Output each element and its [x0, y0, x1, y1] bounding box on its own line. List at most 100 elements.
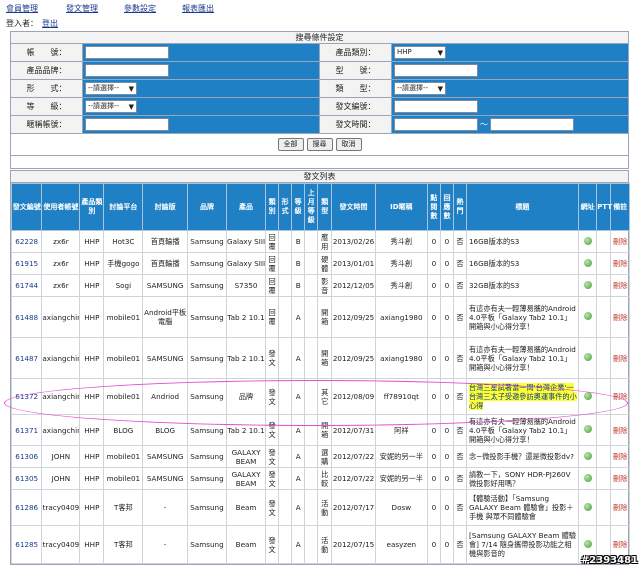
post-title[interactable]: 請教一下，SONY HDR-PJ260V 微投影好用嗎？	[469, 470, 571, 488]
status-dot-icon[interactable]	[583, 391, 592, 400]
column-header: 產品類別	[79, 183, 105, 231]
delete-link[interactable]: 刪除	[613, 426, 627, 435]
post-id-link[interactable]: 61488	[15, 313, 38, 322]
post-id-link[interactable]: 61372	[15, 392, 38, 401]
alias-input[interactable]	[85, 118, 169, 131]
ptt-cell	[596, 296, 612, 338]
replies-cell: 0	[439, 467, 454, 490]
nav-post-management[interactable]: 發文管理	[66, 3, 98, 15]
grade-select[interactable]: --請選擇-- ▼	[85, 100, 137, 113]
post-time-cell: 2013/01/01	[331, 252, 376, 275]
post-title[interactable]: 有這亦有夫一輕薄易攜的Android 4.0平板「Galaxy Tab2 10.…	[469, 417, 576, 444]
url-status-cell	[577, 230, 598, 253]
platform-cell: Hot3C	[103, 230, 144, 253]
post-id-link[interactable]: 61915	[15, 259, 38, 268]
grade-cell: A	[291, 445, 306, 468]
status-dot-icon[interactable]	[583, 236, 592, 245]
type-select[interactable]: --請選擇-- ▼	[394, 82, 446, 95]
status-dot-icon[interactable]	[583, 258, 592, 267]
date-to-input[interactable]	[490, 118, 574, 131]
model-input[interactable]	[394, 64, 478, 77]
post-title[interactable]: 32GB版本的S3	[469, 281, 519, 290]
delete-link[interactable]: 刪除	[613, 237, 627, 246]
post-id-link[interactable]: 62228	[15, 237, 38, 246]
ptt-cell	[596, 274, 612, 297]
post-id-link[interactable]: 61487	[15, 354, 38, 363]
delete-link-cell: 刪除	[610, 252, 630, 275]
ptt-cell	[596, 489, 612, 526]
nav-member-management[interactable]: 會員管理	[6, 3, 38, 15]
account-label: 帳 號：	[11, 44, 83, 61]
user-account-cell: tracy0409	[41, 489, 81, 526]
nickname-cell: axiang1980	[374, 296, 428, 338]
post-time-cell: 2012/12/05	[331, 274, 376, 297]
post-title-cell: 32GB版本的S3	[465, 274, 579, 297]
delete-link[interactable]: 刪除	[613, 392, 627, 401]
views-cell: 0	[426, 252, 441, 275]
delete-link[interactable]: 刪除	[613, 259, 627, 268]
post-id-label: 發文編號：	[320, 98, 392, 115]
views-cell: 0	[426, 525, 441, 564]
column-header: 回應數	[439, 183, 454, 231]
cancel-button[interactable]: 取消	[335, 138, 362, 151]
post-id-link[interactable]: 61286	[15, 503, 38, 512]
post-title[interactable]: 台灣三星試著當一間'台灣企業'一台灣三太子受邀參訪奧運事件的小心得	[468, 383, 577, 410]
delete-link[interactable]: 刪除	[613, 354, 627, 363]
post-id-link-cell: 62228	[10, 230, 43, 253]
delete-link[interactable]: 刪除	[613, 540, 627, 549]
brand-input[interactable]	[85, 64, 169, 77]
platform-cell: mobile01	[103, 378, 144, 415]
delete-link[interactable]: 刪除	[613, 281, 627, 290]
status-dot-icon[interactable]	[583, 312, 592, 320]
views-cell: 0	[426, 230, 441, 253]
search-button[interactable]: 搜尋	[306, 138, 333, 151]
post-title[interactable]: 16GB版本的S3	[469, 259, 519, 268]
status-dot-icon[interactable]	[583, 353, 592, 361]
post-id-link[interactable]: 61305	[15, 474, 38, 483]
column-header: 產品	[225, 183, 267, 231]
status-dot-icon[interactable]	[583, 425, 592, 433]
hot-flag-cell: 否	[452, 414, 467, 446]
post-id-link[interactable]: 61371	[15, 426, 38, 435]
grade-cell: A	[291, 296, 306, 338]
post-id-input[interactable]	[394, 100, 478, 113]
delete-link-cell: 刪除	[610, 230, 630, 253]
url-status-cell	[577, 467, 598, 490]
status-dot-icon[interactable]	[583, 451, 592, 460]
post-title[interactable]: 有這亦有夫一輕薄易攜的Android 4.0平板「Galaxy Tab2 10.…	[469, 345, 576, 372]
brand-cell: Samsung	[186, 274, 228, 297]
post-id-link[interactable]: 61306	[15, 452, 38, 461]
replies-cell: 0	[439, 378, 454, 415]
ptt-cell	[596, 414, 612, 446]
date-from-input[interactable]	[394, 118, 478, 131]
status-dot-icon[interactable]	[583, 502, 592, 511]
post-title[interactable]: 有這亦有夫一輕薄易攜的Android 4.0平板「Galaxy Tab2 10.…	[469, 304, 576, 331]
post-title[interactable]: 【體驗活動】「Samsung GALAXY Beam 體驗會」投影＋手機 與眾不…	[469, 494, 574, 521]
delete-link[interactable]: 刪除	[613, 452, 627, 461]
delete-link[interactable]: 刪除	[613, 313, 627, 322]
nav-report-export[interactable]: 報表匯出	[182, 3, 214, 15]
board-cell: SAMSUNG	[142, 274, 188, 297]
post-title[interactable]: [Samsung GALAXY Beam 體驗會] 7/14 隨身攜帶投影功能之…	[469, 531, 576, 558]
post-title[interactable]: 16GB版本的S3	[469, 237, 519, 246]
delete-link[interactable]: 刪除	[613, 503, 627, 512]
post-id-link[interactable]: 61285	[15, 540, 38, 549]
form-select[interactable]: --請選擇-- ▼	[85, 82, 137, 95]
status-dot-icon[interactable]	[583, 280, 592, 289]
delete-link[interactable]: 刪除	[613, 474, 627, 483]
status-dot-icon[interactable]	[583, 539, 592, 548]
category-select[interactable]: HHP ▼	[394, 46, 446, 59]
status-dot-icon[interactable]	[583, 473, 592, 482]
all-button[interactable]: 全部	[277, 138, 304, 151]
login-label: 登入者：	[6, 19, 38, 28]
chevron-down-icon: ▼	[128, 85, 134, 93]
post-title[interactable]: 念~微投影手機？還是微投影dv?	[469, 452, 574, 461]
nav-parameter-settings[interactable]: 參數設定	[124, 3, 156, 15]
account-input[interactable]	[85, 46, 169, 59]
last-grade-cell	[304, 467, 319, 490]
user-account-cell: axiangchin	[41, 296, 81, 338]
column-header: 發文時間	[331, 183, 376, 231]
logout-link[interactable]: 登出	[42, 19, 58, 28]
grade-cell: A	[291, 337, 306, 379]
post-id-link[interactable]: 61744	[15, 281, 38, 290]
